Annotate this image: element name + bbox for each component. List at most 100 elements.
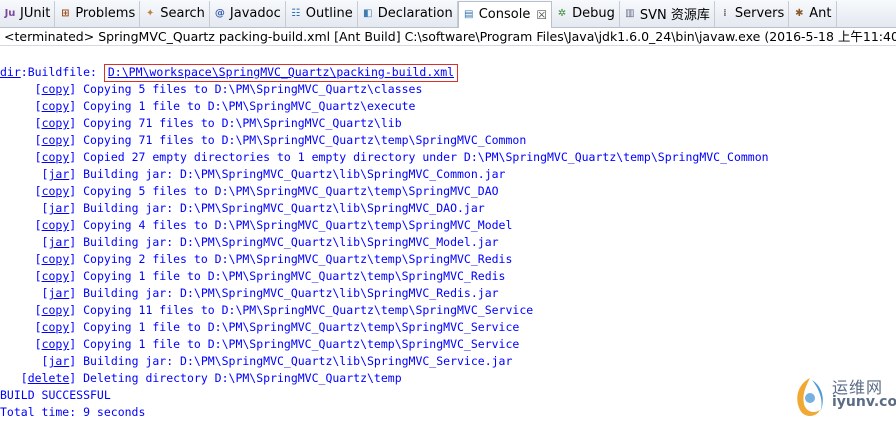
tab-search[interactable]: ✦ Search <box>140 0 210 27</box>
task-link-copy[interactable]: copy <box>42 99 70 113</box>
console-line: [jar] Building jar: D:\PM\SpringMVC_Quar… <box>0 234 499 251</box>
console-line: [copy] Copying 1 file to D:\PM\SpringMVC… <box>0 336 520 353</box>
buildfile-line: Buildfile: D:\PM\workspace\SpringMVC_Qua… <box>0 47 459 82</box>
tab-label: Javadoc <box>229 6 281 21</box>
target-colon: : <box>20 65 28 79</box>
target-line: dir: <box>0 64 28 81</box>
watermark-logo: 运维网 iyunv.com <box>790 372 896 420</box>
tab-console[interactable]: ▤ Console ☒ <box>457 0 553 28</box>
tab-junit[interactable]: Ju JUnit <box>0 0 56 27</box>
outline-icon: ☷ <box>291 7 301 19</box>
task-link-copy[interactable]: copy <box>42 184 70 198</box>
console-line: [copy] Copying 1 file to D:\PM\SpringMVC… <box>0 268 506 285</box>
task-link-copy[interactable]: copy <box>42 133 70 147</box>
close-tab-icon[interactable]: ☒ <box>536 8 547 22</box>
view-tab-bar: Ju JUnit ⊞ Problems ✦ Search @ Javadoc ☷ Outline ◧… <box>0 0 896 28</box>
task-link-copy[interactable]: copy <box>42 218 70 232</box>
tab-servers[interactable]: ⁞ Servers <box>715 0 790 27</box>
search-icon: ✦ <box>146 7 155 19</box>
console-status-line: <terminated> SpringMVC_Quartz packing-bu… <box>0 28 896 46</box>
tab-outline[interactable]: ☷ Outline <box>286 0 358 27</box>
tab-label: Console <box>478 7 531 22</box>
task-link-jar[interactable]: jar <box>48 286 69 300</box>
line-text: Copying 1 file to D:\PM\SpringMVC_Quartz… <box>76 320 520 334</box>
task-link-delete[interactable]: delete <box>28 371 70 385</box>
line-text: Copying 5 files to D:\PM\SpringMVC_Quart… <box>76 184 499 198</box>
task-link-copy[interactable]: copy <box>42 82 70 96</box>
line-text: Copying 4 files to D:\PM\SpringMVC_Quart… <box>76 218 513 232</box>
tab-label: Servers <box>734 6 785 21</box>
tab-label: Problems <box>75 6 136 21</box>
task-link-jar[interactable]: jar <box>48 235 69 249</box>
tab-svn[interactable]: ▥ SVN 资源库 <box>620 0 715 27</box>
line-text: Building jar: D:\PM\SpringMVC_Quartz\lib… <box>76 167 506 181</box>
tab-label: Debug <box>572 6 615 21</box>
line-text: Building jar: D:\PM\SpringMVC_Quartz\lib… <box>76 286 499 300</box>
task-link-copy[interactable]: copy <box>42 303 70 317</box>
junit-icon: Ju <box>4 7 16 19</box>
line-text: Copying 1 file to D:\PM\SpringMVC_Quartz… <box>76 337 520 351</box>
declaration-icon: ◧ <box>363 7 373 19</box>
tab-ant[interactable]: ✱ Ant <box>789 0 837 27</box>
target-dir-link[interactable]: dir <box>0 65 21 79</box>
line-text: Copying 71 files to D:\PM\SpringMVC_Quar… <box>76 133 527 147</box>
servers-icon: ⁞ <box>722 7 727 19</box>
javadoc-icon: @ <box>214 7 225 19</box>
buildfile-highlight-box: D:\PM\workspace\SpringMVC_Quartz\packing… <box>103 64 459 82</box>
console-line: [copy] Copying 1 file to D:\PM\SpringMVC… <box>0 98 416 115</box>
tab-label: Declaration <box>377 6 453 21</box>
console-line: [copy] Copying 5 files to D:\PM\SpringMV… <box>0 183 499 200</box>
task-link-copy[interactable]: copy <box>42 252 70 266</box>
console-line: [copy] Copying 2 files to D:\PM\SpringMV… <box>0 251 513 268</box>
task-link-jar[interactable]: jar <box>48 354 69 368</box>
line-text: Copying 1 file to D:\PM\SpringMVC_Quartz… <box>76 269 506 283</box>
task-link-copy[interactable]: copy <box>42 269 70 283</box>
tab-label: SVN 资源库 <box>639 8 710 23</box>
tab-debug[interactable]: ✲ Debug <box>552 0 620 27</box>
console-line: [copy] Copying 71 files to D:\PM\SpringM… <box>0 115 402 132</box>
tab-label: JUnit <box>20 6 51 21</box>
watermark-swirl-icon <box>797 378 823 416</box>
task-link-jar[interactable]: jar <box>48 201 69 215</box>
buildfile-path-link[interactable]: D:\PM\workspace\SpringMVC_Quartz\packing… <box>108 65 454 79</box>
task-link-copy[interactable]: copy <box>42 150 70 164</box>
console-line: [copy] Copying 71 files to D:\PM\SpringM… <box>0 132 527 149</box>
console-line: [copy] Copying 1 file to D:\PM\SpringMVC… <box>0 319 520 336</box>
tab-declaration[interactable]: ◧ Declaration <box>358 0 458 27</box>
console-line: [delete] Deleting directory D:\PM\Spring… <box>0 370 402 387</box>
console-output[interactable]: Buildfile: D:\PM\workspace\SpringMVC_Qua… <box>0 47 896 420</box>
line-text: Building jar: D:\PM\SpringMVC_Quartz\lib… <box>76 201 485 215</box>
line-text: Building jar: D:\PM\SpringMVC_Quartz\lib… <box>76 235 499 249</box>
console-line: [jar] Building jar: D:\PM\SpringMVC_Quar… <box>0 166 506 183</box>
tab-javadoc[interactable]: @ Javadoc <box>210 0 286 27</box>
task-link-jar[interactable]: jar <box>48 167 69 181</box>
task-link-copy[interactable]: copy <box>42 320 70 334</box>
task-link-copy[interactable]: copy <box>42 116 70 130</box>
console-line: [copy] Copying 4 files to D:\PM\SpringMV… <box>0 217 513 234</box>
console-line: [jar] Building jar: D:\PM\SpringMVC_Quar… <box>0 285 499 302</box>
problems-icon: ⊞ <box>61 7 70 19</box>
watermark-text-domain: iyunv.com <box>832 394 896 410</box>
tab-problems[interactable]: ⊞ Problems <box>55 0 141 27</box>
line-text: Copying 11 files to D:\PM\SpringMVC_Quar… <box>76 303 534 317</box>
line-text: Copying 5 files to D:\PM\SpringMVC_Quart… <box>76 82 423 96</box>
total-time-line: Total time: 9 seconds <box>0 405 146 419</box>
tab-label: Search <box>160 6 205 21</box>
console-line: [jar] Building jar: D:\PM\SpringMVC_Quar… <box>0 200 485 217</box>
task-link-copy[interactable]: copy <box>42 337 70 351</box>
